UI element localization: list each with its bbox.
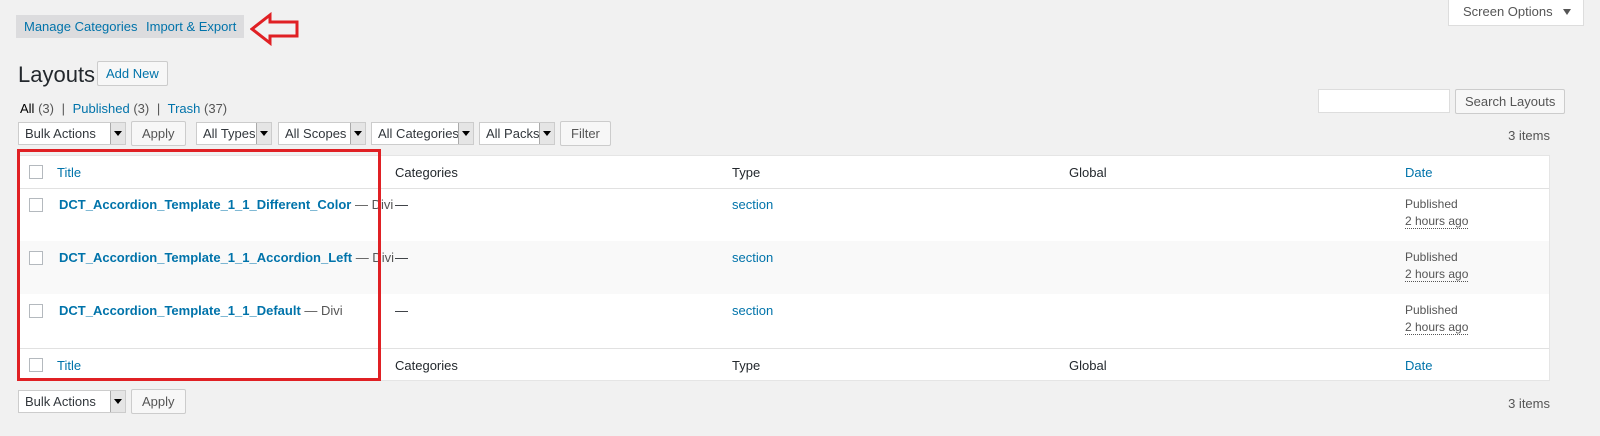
type-filter-label: All Types [203, 126, 256, 141]
add-new-button[interactable]: Add New [97, 61, 168, 86]
row-type-link[interactable]: section [732, 250, 773, 265]
status-filter-links: All (3) | Published (3) | Trash (37) [20, 101, 227, 116]
search-layouts-button[interactable]: Search Layouts [1455, 89, 1566, 114]
screen-options-label: Screen Options [1463, 4, 1553, 19]
column-categories: Categories [395, 165, 458, 180]
pack-filter-select[interactable]: All Packs [479, 122, 555, 145]
column-type-footer: Type [732, 358, 761, 373]
filter-all-link[interactable]: All [20, 101, 34, 116]
triangle-down-icon [1563, 9, 1571, 15]
bulk-actions-label: Bulk Actions [25, 126, 96, 141]
row-date-ago: 2 hours ago [1405, 214, 1469, 229]
row-status: Published [1405, 250, 1458, 264]
row-type-link[interactable]: section [732, 303, 773, 318]
column-global-footer: Global [1069, 358, 1107, 373]
filter-trash-link[interactable]: Trash [168, 101, 201, 116]
filter-all-count: (3) [38, 101, 54, 116]
chevron-down-icon [110, 391, 125, 412]
column-type: Type [732, 165, 761, 180]
chevron-down-icon [539, 123, 554, 144]
row-date-ago: 2 hours ago [1405, 320, 1469, 335]
pack-filter-label: All Packs [486, 126, 540, 141]
row-status: Published [1405, 303, 1458, 317]
row-type-link[interactable]: section [732, 197, 773, 212]
separator: | [61, 101, 65, 116]
row-date: Published 2 hours ago [1405, 196, 1469, 230]
filter-trash-count: (37) [204, 101, 228, 116]
filter-published-count: (3) [133, 101, 150, 116]
bulk-actions-select-bottom[interactable]: Bulk Actions [18, 390, 126, 413]
row-categories: — [395, 197, 408, 212]
bulk-actions-label: Bulk Actions [25, 394, 96, 409]
apply-button-bottom[interactable]: Apply [131, 389, 186, 414]
filter-button[interactable]: Filter [560, 121, 611, 146]
row-date-ago: 2 hours ago [1405, 267, 1469, 282]
items-count-bottom: 3 items [1508, 396, 1550, 411]
chevron-down-icon [110, 123, 125, 144]
chevron-down-icon [256, 123, 271, 144]
bulk-actions-select[interactable]: Bulk Actions [18, 122, 126, 145]
column-date-footer[interactable]: Date [1405, 358, 1432, 373]
row-date: Published 2 hours ago [1405, 249, 1469, 283]
category-filter-select[interactable]: All Categories [371, 122, 474, 145]
row-categories: — [395, 303, 408, 318]
filter-published-link[interactable]: Published [73, 101, 130, 116]
row-date: Published 2 hours ago [1405, 302, 1469, 336]
page-title: Layouts [18, 62, 96, 87]
category-filter-label: All Categories [378, 126, 459, 141]
type-filter-select[interactable]: All Types [196, 122, 272, 145]
screen-options-button[interactable]: Screen Options [1448, 0, 1584, 26]
chevron-down-icon [458, 123, 473, 144]
apply-button[interactable]: Apply [131, 121, 186, 146]
tab-manage-categories[interactable]: Manage Categories [16, 15, 146, 38]
annotation-arrow-icon [250, 12, 299, 46]
search-input[interactable] [1318, 89, 1450, 113]
annotation-highlight-box [17, 149, 381, 381]
separator: | [156, 101, 161, 116]
chevron-down-icon [350, 123, 365, 144]
tab-import-export[interactable]: Import & Export [138, 15, 245, 38]
column-global: Global [1069, 165, 1107, 180]
row-categories: — [395, 250, 408, 265]
column-date[interactable]: Date [1405, 165, 1432, 180]
scope-filter-label: All Scopes [285, 126, 347, 141]
items-count: 3 items [1508, 128, 1550, 143]
column-categories-footer: Categories [395, 358, 458, 373]
scope-filter-select[interactable]: All Scopes [278, 122, 366, 145]
row-status: Published [1405, 197, 1458, 211]
